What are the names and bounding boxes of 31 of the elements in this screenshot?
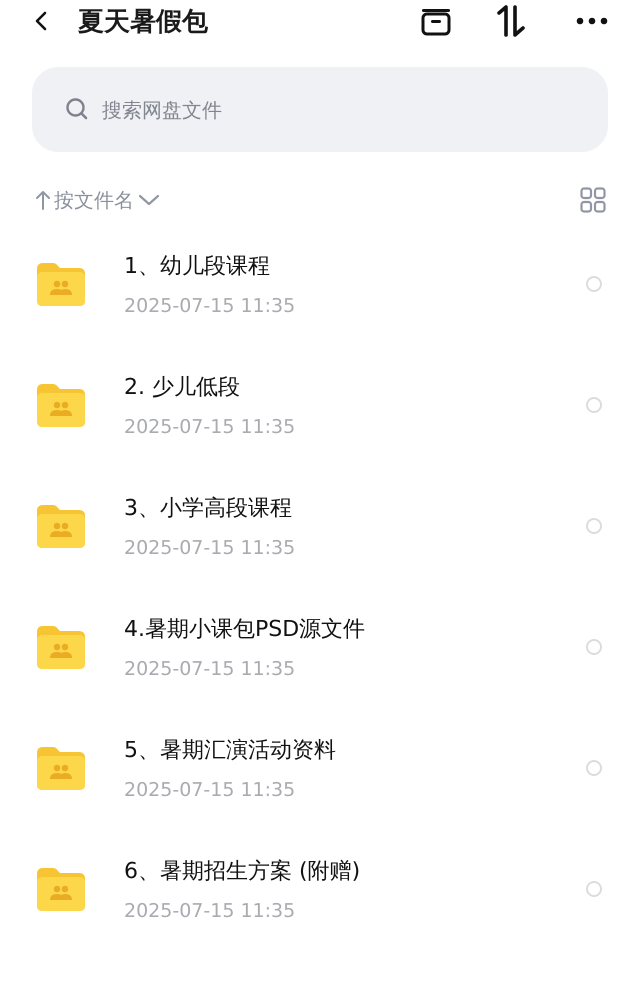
select-radio[interactable]: [586, 276, 602, 292]
chevron-down-icon[interactable]: [138, 194, 160, 206]
shared-folder-icon: [35, 502, 87, 548]
modified-date: 2025-07-15 11:35: [124, 900, 296, 922]
folder-name[interactable]: 4.暑期小课包PSD源文件: [124, 614, 586, 644]
modified-date: 2025-07-15 11:35: [124, 658, 296, 680]
shared-folder-icon: [35, 624, 87, 670]
folder-name[interactable]: 2. 少儿低段: [124, 372, 586, 402]
grid-view-icon[interactable]: [580, 187, 606, 213]
modified-date: 2025-07-15 11:35: [124, 416, 296, 438]
select-radio[interactable]: [586, 638, 602, 654]
folder-name[interactable]: 6、暑期招生方案 (附赠): [124, 856, 586, 886]
select-radio[interactable]: [586, 880, 602, 896]
up-arrow-icon: [36, 190, 50, 210]
folder-name[interactable]: 1、幼儿段课程: [124, 250, 586, 280]
select-radio[interactable]: [586, 396, 602, 412]
select-radio[interactable]: [586, 518, 602, 534]
shared-folder-icon: [35, 744, 87, 790]
select-radio[interactable]: [586, 760, 602, 776]
page-title: 夏天暑假包: [78, 6, 208, 38]
modified-date: 2025-07-15 11:35: [124, 536, 296, 558]
shared-folder-icon: [35, 866, 87, 912]
shared-folder-icon: [35, 382, 87, 428]
modified-date: 2025-07-15 11:35: [124, 294, 296, 316]
more-icon[interactable]: [576, 17, 608, 25]
shared-folder-icon: [35, 260, 87, 306]
back-icon[interactable]: [34, 10, 48, 32]
modified-date: 2025-07-15 11:35: [124, 778, 296, 800]
folder-name[interactable]: 3、小学高段课程: [124, 492, 586, 522]
folder-name[interactable]: 5、暑期汇演活动资料: [124, 734, 586, 764]
search-field[interactable]: 搜索网盘文件: [32, 67, 608, 152]
